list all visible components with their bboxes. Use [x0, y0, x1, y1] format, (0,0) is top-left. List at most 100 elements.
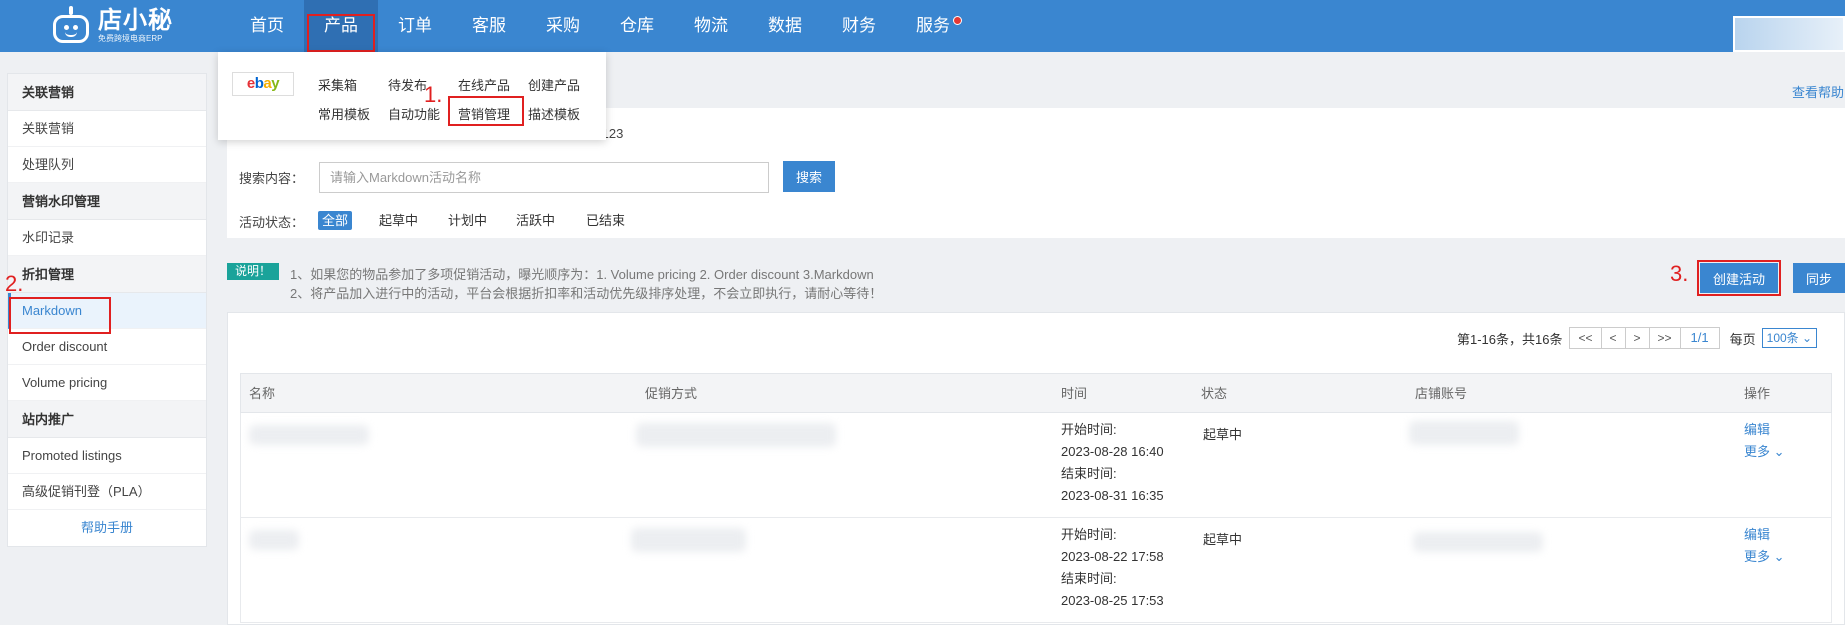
status-option-all[interactable]: 全部	[318, 211, 353, 230]
table-row: 开始时间: 2023-08-22 17:58 结束时间: 2023-08-25 …	[240, 518, 1832, 623]
notification-dot-icon	[953, 16, 962, 25]
status-option-ended[interactable]: 已结束	[582, 211, 629, 230]
notice-line-1: 1、如果您的物品参加了多项促销活动，曝光顺序为：1. Volume pricin…	[290, 267, 874, 282]
row-actions: 编辑 更多 ⌄	[1744, 524, 1785, 568]
sidebar-group-related-marketing: 关联营销	[8, 74, 206, 111]
nav-item-data[interactable]: 数据	[748, 0, 822, 52]
end-time-value: 2023-08-25 17:53	[1061, 593, 1164, 608]
pager-next-button[interactable]: >	[1624, 327, 1650, 349]
col-header-status: 状态	[1201, 386, 1228, 401]
nav-item-orders[interactable]: 订单	[378, 0, 452, 52]
pager-first-button[interactable]: <<	[1569, 327, 1602, 349]
sidebar-item-order-discount[interactable]: Order discount	[8, 329, 206, 365]
blurred-shop-account	[1409, 421, 1519, 445]
blurred-name	[249, 425, 369, 445]
menu-item-common-templates[interactable]: 常用模板	[318, 104, 370, 123]
sidebar-item-promoted-listings[interactable]: Promoted listings	[8, 438, 206, 474]
blurred-promo-type	[636, 423, 836, 447]
pager-last-button[interactable]: >>	[1648, 327, 1681, 349]
row-time: 开始时间: 2023-08-22 17:58 结束时间: 2023-08-25 …	[1061, 524, 1164, 612]
nav-item-customer-service[interactable]: 客服	[452, 0, 526, 52]
chevron-down-icon: ⌄	[1773, 549, 1785, 564]
chevron-down-icon: ⌄	[1802, 331, 1813, 345]
notice-badge: 说明！	[227, 263, 279, 280]
col-header-actions: 操作	[1744, 386, 1771, 401]
more-dropdown[interactable]: 更多 ⌄	[1744, 546, 1785, 568]
start-time-value: 2023-08-22 17:58	[1061, 549, 1164, 564]
top-nav-bar: 店小秘 免费跨境电商ERP 首页 产品 订单 客服 采购 仓库 物流 数据 财务…	[0, 0, 1845, 52]
sidebar-item-process-queue[interactable]: 处理队列	[8, 147, 206, 183]
user-account-box[interactable]	[1733, 16, 1845, 52]
row-actions: 编辑 更多 ⌄	[1744, 419, 1785, 463]
ebay-logo[interactable]: ebay	[232, 72, 294, 96]
robot-logo-icon	[50, 6, 92, 46]
sidebar-item-pla[interactable]: 高级促销刊登（PLA）	[8, 474, 206, 510]
blurred-promo-type	[631, 528, 746, 552]
search-input[interactable]	[319, 162, 769, 193]
blurred-shop-account	[1413, 532, 1543, 552]
nav-item-service-label: 服务	[916, 16, 950, 35]
pager-current-page: 1/1	[1679, 327, 1720, 349]
sidebar-group-promotion: 站内推广	[8, 401, 206, 438]
search-button[interactable]: 搜索	[783, 161, 835, 192]
sidebar-group-discount: 折扣管理	[8, 256, 206, 293]
sidebar-item-markdown[interactable]: Markdown	[8, 293, 206, 329]
menu-item-online-products[interactable]: 在线产品	[458, 75, 510, 94]
nav-item-warehouse[interactable]: 仓库	[600, 0, 674, 52]
sidebar-help-manual[interactable]: 帮助手册	[8, 510, 206, 546]
nav-item-product[interactable]: 产品	[304, 0, 378, 52]
nav-item-product-label: 产品	[324, 16, 358, 35]
status-label: 活动状态：	[239, 215, 305, 230]
notice-line-2: 2、将产品加入进行中的活动，平台会根据折扣率和活动优先级排序处理，不会立即执行，…	[290, 286, 883, 301]
view-help-link[interactable]: 查看帮助	[1792, 82, 1844, 101]
start-time-label: 开始时间:	[1061, 422, 1117, 437]
sidebar-item-volume-pricing[interactable]: Volume pricing	[8, 365, 206, 401]
nav-item-finance[interactable]: 财务	[822, 0, 896, 52]
chevron-down-icon: ⌄	[1773, 444, 1785, 459]
sync-button[interactable]: 同步	[1793, 263, 1845, 293]
row-status: 起草中	[1203, 532, 1243, 547]
pagination: 第1-16条，共16条 << < > >> 1/1 每页 100条 ⌄	[1457, 327, 1818, 349]
per-page-select[interactable]: 100条 ⌄	[1761, 328, 1818, 348]
search-label: 搜索内容：	[239, 171, 305, 186]
col-header-time: 时间	[1061, 386, 1088, 401]
product-dropdown-menu: ebay 采集箱 待发布 在线产品 创建产品 常用模板 自动功能 营销管理 描述…	[218, 52, 606, 140]
nav-item-service[interactable]: 服务	[896, 0, 970, 52]
nav-item-logistics[interactable]: 物流	[674, 0, 748, 52]
edit-link[interactable]: 编辑	[1744, 524, 1785, 546]
brand-logo[interactable]: 店小秘 免费跨境电商ERP	[50, 6, 173, 46]
sidebar-item-watermark-records[interactable]: 水印记录	[8, 220, 206, 256]
main-nav: 首页 产品 订单 客服 采购 仓库 物流 数据 财务 服务	[230, 0, 970, 52]
blurred-name	[249, 530, 299, 550]
more-dropdown[interactable]: 更多 ⌄	[1744, 441, 1785, 463]
edit-link[interactable]: 编辑	[1744, 419, 1785, 441]
menu-item-pending-publish[interactable]: 待发布	[388, 75, 427, 94]
col-header-shop-account: 店铺账号	[1415, 386, 1468, 401]
col-header-name: 名称	[249, 386, 276, 401]
per-page-label: 每页	[1729, 331, 1756, 347]
more-label: 更多	[1744, 444, 1771, 459]
pagination-summary: 第1-16条，共16条	[1457, 331, 1563, 347]
sidebar: 关联营销 关联营销 处理队列 营销水印管理 水印记录 折扣管理 Markdown…	[7, 73, 207, 547]
menu-item-marketing-management[interactable]: 营销管理	[458, 104, 510, 123]
row-time: 开始时间: 2023-08-28 16:40 结束时间: 2023-08-31 …	[1061, 419, 1164, 507]
table-header: 名称 促销方式 时间 状态 店铺账号 操作	[240, 373, 1832, 413]
per-page-value: 100条	[1766, 331, 1799, 345]
pager-prev-button[interactable]: <	[1600, 327, 1626, 349]
nav-item-purchase[interactable]: 采购	[526, 0, 600, 52]
menu-item-description-templates[interactable]: 描述模板	[528, 104, 580, 123]
menu-item-create-product[interactable]: 创建产品	[528, 75, 580, 94]
col-header-promo-type: 促销方式	[645, 386, 698, 401]
sidebar-item-related-marketing[interactable]: 关联营销	[8, 111, 206, 147]
annotation-step-1: 1.	[424, 82, 443, 107]
start-time-value: 2023-08-28 16:40	[1061, 444, 1164, 459]
menu-item-collect-box[interactable]: 采集箱	[318, 75, 357, 94]
create-activity-button[interactable]: 创建活动	[1700, 263, 1778, 293]
status-option-planned[interactable]: 计划中	[444, 211, 491, 230]
brand-tagline: 免费跨境电商ERP	[98, 34, 163, 43]
end-time-label: 结束时间:	[1061, 466, 1117, 481]
status-option-active[interactable]: 活跃中	[512, 211, 559, 230]
status-option-draft[interactable]: 起草中	[375, 211, 422, 230]
start-time-label: 开始时间:	[1061, 527, 1117, 542]
nav-item-home[interactable]: 首页	[230, 0, 304, 52]
